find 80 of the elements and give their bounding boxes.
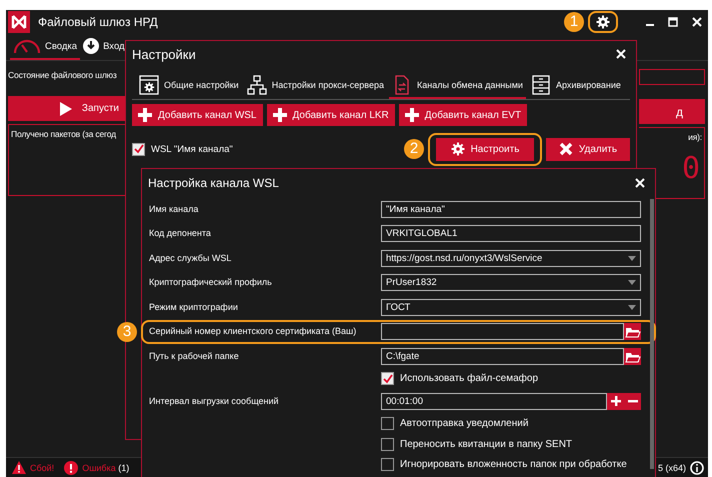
option-checkbox[interactable]: Автоотправка уведомлений xyxy=(381,415,641,432)
minimize-icon xyxy=(646,24,654,26)
stats-label: ия): xyxy=(687,132,702,142)
text-field[interactable]: VRKITGLOBAL1 xyxy=(381,225,641,242)
dropdown-arrow-icon xyxy=(628,280,636,286)
plus-icon xyxy=(404,108,419,122)
check-icon xyxy=(382,374,392,384)
field-label: Код депонента xyxy=(149,228,211,238)
logo-icon xyxy=(8,11,30,33)
version-text: 5 (x64) xyxy=(658,462,686,472)
dropdown[interactable]: ГОСТ xyxy=(381,298,641,316)
delete-button[interactable]: Удалить xyxy=(546,138,630,160)
dropdown-arrow-icon xyxy=(628,304,636,310)
field-label: Адрес службы WSL xyxy=(149,252,232,263)
dialog-title: Настройка канала WSL xyxy=(148,176,279,190)
tab[interactable]: Каналы обмена данными xyxy=(389,73,526,99)
callout-number: 1 xyxy=(564,12,584,32)
browse-button[interactable] xyxy=(624,348,641,365)
dropdown[interactable]: PrUser1832 xyxy=(381,274,641,292)
window-title: Файловый шлюз НРД xyxy=(38,15,158,29)
dropdown-arrow-icon xyxy=(628,256,636,261)
error-icon xyxy=(64,460,78,474)
dialog-title: Настройки xyxy=(132,46,196,62)
tab[interactable]: Общие настройки xyxy=(136,73,242,99)
tab[interactable]: Сводка xyxy=(10,34,80,60)
field-label: Режим криптографии xyxy=(149,302,238,312)
settings-icon xyxy=(596,15,610,29)
add-channel-button[interactable]: Добавить канал EVT xyxy=(398,104,528,126)
close-icon xyxy=(616,49,626,59)
folder-icon xyxy=(624,325,640,338)
option-checkbox[interactable]: Использовать файл-семафор xyxy=(381,370,641,388)
plus-icon xyxy=(272,108,286,122)
status-label: Состояние файлового шлюз xyxy=(8,70,118,82)
path-field[interactable]: C:\fgate xyxy=(381,348,624,365)
scrollbar[interactable] xyxy=(650,199,654,469)
dropdown[interactable]: https://gost.nsd.ru/onyxt3/WslService xyxy=(381,250,641,267)
field-label: Имя канала xyxy=(149,204,198,214)
packets-label: Получено пакетов (за сегод xyxy=(11,129,117,139)
cabinet-icon xyxy=(530,75,551,95)
warning-icon xyxy=(12,461,26,474)
close-icon xyxy=(635,178,645,188)
tab[interactable]: Вход xyxy=(80,34,128,60)
start-button[interactable]: Запусти xyxy=(8,96,125,121)
option-checkbox[interactable]: Игнорировать вложенность папок при обработке xyxy=(381,456,641,474)
close-icon xyxy=(692,17,702,27)
field-label: Криптографический профиль xyxy=(149,277,272,288)
tab[interactable]: Архивирование xyxy=(528,73,624,99)
text-field[interactable]: "Имя канала" xyxy=(381,200,641,218)
increment-button[interactable] xyxy=(607,392,624,410)
gauge-icon xyxy=(13,38,41,54)
field-label: Серийный номер клиентского сертификата (Ваш) xyxy=(149,326,356,336)
time-field[interactable]: 00:01:00 xyxy=(381,392,607,410)
settings-icon xyxy=(450,142,465,156)
settings-button[interactable] xyxy=(596,15,610,29)
path-field[interactable] xyxy=(381,323,624,340)
failure-status: Сбой! xyxy=(30,462,54,472)
close-icon xyxy=(558,142,573,156)
maximize-icon xyxy=(668,17,678,27)
counter-value: 0 xyxy=(682,151,700,186)
add-channel-button[interactable]: Добавить канал LKR xyxy=(266,104,395,126)
error-status[interactable]: Ошибка (1) xyxy=(82,462,130,472)
network-icon xyxy=(246,75,267,95)
configure-button[interactable]: Настроить xyxy=(436,138,534,160)
option-checkbox[interactable]: Переносить квитанции в папку SENT xyxy=(381,436,641,453)
info-icon xyxy=(690,460,704,474)
play-icon xyxy=(60,102,72,116)
settings-window-icon xyxy=(139,75,159,95)
browse-button[interactable] xyxy=(624,323,641,340)
field-label: Путь к рабочей папке xyxy=(149,350,239,361)
plus-icon xyxy=(138,108,152,122)
tab[interactable]: Настройки прокси-сервера xyxy=(244,73,387,99)
download-icon xyxy=(83,38,100,54)
add-channel-button[interactable]: Добавить канал WSL xyxy=(132,104,262,126)
plus-icon xyxy=(610,396,620,406)
check-icon xyxy=(134,144,144,154)
decrement-button[interactable] xyxy=(624,392,641,410)
callout-number: 2 xyxy=(404,139,424,159)
action-button[interactable]: д xyxy=(639,99,705,124)
field-label: Интервал выгрузки сообщений xyxy=(149,396,279,406)
status-field xyxy=(639,69,705,85)
